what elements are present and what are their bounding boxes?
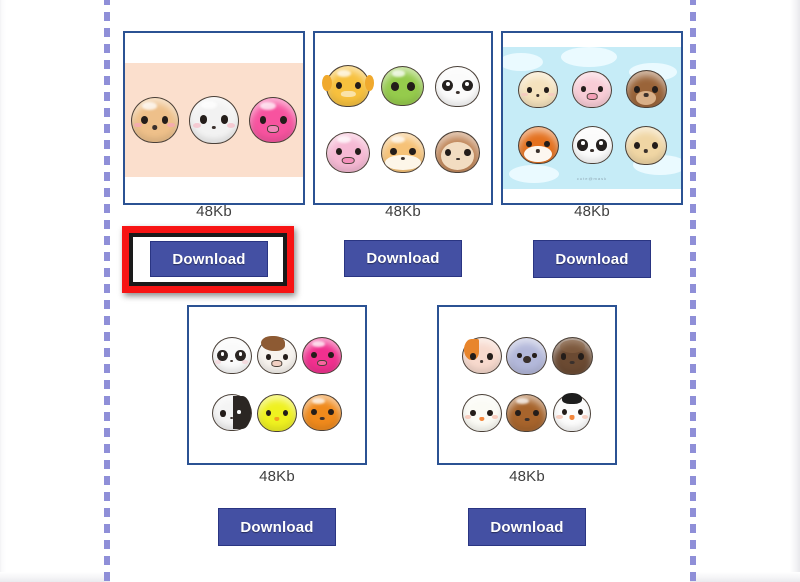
face-grid-1 (125, 63, 303, 177)
thumbnail-image-5 (439, 309, 615, 463)
thumbnail-card-3[interactable]: cute@mask (501, 31, 683, 205)
thumbnail-card-1[interactable] (123, 31, 305, 205)
thumbnail-image-3: cute@mask (503, 47, 681, 189)
face-grid-3 (511, 60, 674, 173)
face-cat (460, 326, 503, 374)
face-pig (298, 329, 347, 374)
thumbnail-watermark: cute@mask (576, 176, 608, 181)
thumbnail-image-4 (189, 309, 365, 463)
face-pig (321, 123, 375, 173)
face-bear (621, 60, 671, 108)
face-koala (497, 327, 557, 375)
face-pig (243, 86, 303, 143)
face-cat (380, 120, 426, 173)
selection-guide-right (690, 0, 696, 582)
face-bear (298, 384, 346, 431)
face-alien (381, 53, 425, 106)
thumbnail-image-2 (315, 35, 491, 203)
content-column: 48Kb Download 48Kb Download cute@mask 48… (110, 0, 690, 582)
face-rabbit (188, 71, 239, 144)
size-label-4: 48Kb (259, 468, 295, 485)
face-monkey (427, 131, 488, 173)
size-label-2: 48Kb (385, 203, 421, 220)
face-panda (207, 384, 256, 431)
download-button-4[interactable]: Download (218, 508, 336, 546)
face-grid-5 (459, 326, 597, 441)
download-button-5[interactable]: Download (468, 508, 586, 546)
face-panda (567, 116, 617, 164)
page-root: 48Kb Download 48Kb Download cute@mask 48… (0, 0, 800, 582)
face-pig (568, 64, 616, 108)
page-edge-left (0, 0, 6, 582)
download-button-1[interactable]: Download (150, 241, 268, 277)
face-panda (207, 327, 256, 374)
face-panda (432, 55, 484, 107)
download-button-3[interactable]: Download (533, 240, 651, 278)
face-bear (502, 384, 551, 432)
face-bear (548, 327, 597, 375)
face-fox (516, 114, 560, 164)
page-edge-right (790, 0, 800, 582)
download-button-2[interactable]: Download (344, 240, 462, 277)
size-label-3: 48Kb (574, 203, 610, 220)
thumbnail-image-1 (125, 63, 303, 177)
size-label-1: 48Kb (196, 203, 232, 220)
face-grid-4 (207, 327, 347, 441)
face-cow (247, 335, 307, 374)
size-label-5: 48Kb (509, 468, 545, 485)
face-giraffe (322, 49, 375, 107)
thumbnail-card-4[interactable] (187, 305, 367, 465)
face-cat (517, 60, 559, 108)
face-chick (256, 385, 297, 432)
face-dog (125, 90, 185, 143)
thumbnail-card-2[interactable] (313, 31, 493, 205)
face-grid-2 (321, 49, 488, 185)
face-chicken (461, 385, 502, 432)
face-lion (618, 119, 674, 171)
thumbnail-card-5[interactable] (437, 305, 617, 465)
face-penguin (553, 393, 592, 432)
